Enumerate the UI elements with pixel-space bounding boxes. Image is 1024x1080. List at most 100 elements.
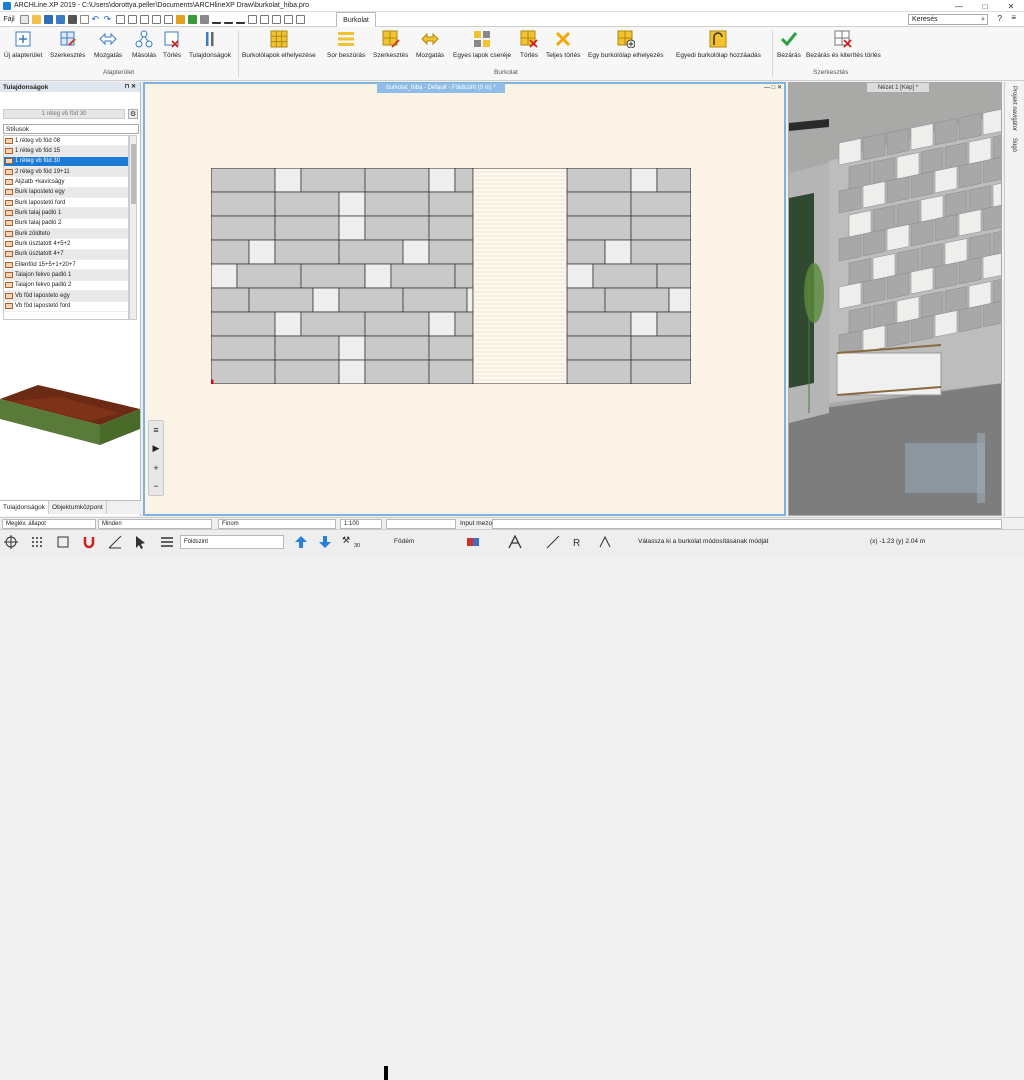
line-style-icon[interactable] bbox=[546, 535, 560, 549]
style-filter-field[interactable]: 1 réteg vb föd 30 bbox=[3, 109, 125, 119]
undo-icon[interactable]: ↶ bbox=[92, 14, 101, 24]
floor-down-icon[interactable] bbox=[318, 535, 332, 549]
minimize-icon[interactable]: — bbox=[946, 0, 972, 12]
scroll-thumb[interactable] bbox=[131, 144, 136, 204]
tab-projekt-navigator[interactable]: Projekt navigátor bbox=[1011, 86, 1017, 131]
close-delete-button[interactable]: Bezárás és kiterítés törlés bbox=[806, 30, 881, 59]
style-list-item[interactable]: Burk üsztatott 4+5+2 bbox=[4, 239, 128, 250]
tab-tulajdonsagok[interactable]: Tulajdonságok bbox=[0, 501, 50, 514]
scale-dropdown[interactable]: 1:100 bbox=[340, 519, 382, 529]
menu-icon[interactable]: ≡ bbox=[153, 425, 158, 435]
style-list-item[interactable]: Talajon fekvo padló 1 bbox=[4, 270, 128, 281]
magnet-icon[interactable] bbox=[82, 535, 96, 549]
layout-icon[interactable] bbox=[151, 14, 161, 24]
grid-icon[interactable] bbox=[115, 14, 125, 24]
table-icon[interactable] bbox=[283, 14, 293, 24]
style-list-item[interactable]: Burk talaj padló 2 bbox=[4, 218, 128, 230]
style-list-scrollbar[interactable] bbox=[129, 135, 137, 320]
new-area-button[interactable]: Új alapterület bbox=[4, 30, 42, 59]
close-button[interactable]: Bezárás bbox=[777, 30, 801, 59]
text-size-icon[interactable] bbox=[259, 14, 269, 24]
styles-dropdown[interactable]: Stílusok bbox=[3, 124, 139, 134]
layer-dropdown[interactable]: Minden bbox=[98, 519, 212, 529]
pipette-icon[interactable] bbox=[187, 14, 197, 24]
tile-pattern-plan[interactable] bbox=[211, 168, 691, 384]
frame-icon[interactable] bbox=[127, 14, 137, 24]
window-icon[interactable] bbox=[139, 14, 149, 24]
grid-dots-icon[interactable] bbox=[30, 535, 44, 549]
insert-row-button[interactable]: Sor beszúrás bbox=[327, 30, 365, 59]
rotate-icon[interactable]: R bbox=[570, 535, 584, 549]
style-list-item[interactable]: Aljzatb +kavicságy bbox=[4, 177, 128, 188]
pen-dropdown[interactable]: Finom bbox=[218, 519, 336, 529]
brush-icon[interactable] bbox=[175, 14, 185, 24]
edit-area-button[interactable]: Szerkesztés bbox=[50, 30, 85, 59]
maximize-icon[interactable]: □ bbox=[972, 0, 998, 12]
tab-burkolat[interactable]: Burkolat bbox=[336, 12, 376, 27]
save-icon[interactable] bbox=[43, 14, 53, 24]
style-list-item[interactable]: Vb föd lapostetö ford bbox=[4, 301, 128, 312]
list-icon[interactable] bbox=[160, 535, 174, 549]
text-tool-icon[interactable] bbox=[508, 535, 522, 549]
pin-icon[interactable]: ⊓ ✕ bbox=[125, 83, 136, 90]
custom-tile-button[interactable]: Egyedi burkolólap hozzáadás bbox=[676, 30, 761, 59]
style-list-item[interactable]: 2 réteg vb föd 19+11 bbox=[4, 167, 128, 178]
angle-icon[interactable] bbox=[108, 535, 122, 549]
zoom-out-icon[interactable]: − bbox=[153, 481, 158, 491]
search-box[interactable]: Keresés ⌕ bbox=[908, 14, 988, 25]
hatch-icon[interactable] bbox=[247, 14, 257, 24]
style-list-item[interactable]: 1 réteg vb föd 08 bbox=[4, 136, 128, 147]
node-edit-icon[interactable] bbox=[598, 535, 612, 549]
frame-select-icon[interactable] bbox=[56, 535, 70, 549]
tab-sugo[interactable]: Súgó bbox=[1011, 138, 1017, 152]
drawing-view[interactable]: burkolat_hiba - Default - Földszint (0 m… bbox=[143, 82, 786, 516]
state-dropdown[interactable]: Meglév. állapot bbox=[2, 519, 96, 529]
delete-tiles-button[interactable]: Törlés bbox=[520, 30, 538, 59]
redo-icon[interactable]: ↷ bbox=[104, 14, 113, 24]
style-list-item[interactable]: Burk lapostetö ford bbox=[4, 198, 128, 209]
hammer-icon[interactable]: ⚒ bbox=[342, 535, 350, 546]
open-folder-icon[interactable] bbox=[31, 14, 41, 24]
settings-icon[interactable] bbox=[295, 14, 305, 24]
pen-icon[interactable] bbox=[199, 14, 209, 24]
place-one-tile-button[interactable]: Egy burkolólap elhelyezés bbox=[588, 30, 664, 59]
close-icon[interactable]: ✕ bbox=[998, 0, 1024, 12]
delete-area-button[interactable]: Törlés bbox=[163, 30, 181, 59]
save-as-icon[interactable] bbox=[55, 14, 65, 24]
snap-icon[interactable] bbox=[4, 535, 18, 549]
print-icon[interactable] bbox=[67, 14, 77, 24]
style-list-item[interactable]: Burk zöldteto bbox=[4, 229, 128, 240]
play-icon[interactable]: ▶ bbox=[153, 443, 160, 454]
style-list-item[interactable]: 1 réteg vb föd 30 bbox=[4, 156, 128, 168]
properties-button[interactable]: Tulajdonságok bbox=[189, 30, 231, 59]
edit-tiles-button[interactable]: Szerkesztés bbox=[373, 30, 408, 59]
move-area-button[interactable]: Mozgatás bbox=[94, 30, 122, 59]
more-icon[interactable]: ≡ bbox=[1011, 13, 1016, 22]
style-list-item[interactable]: Vb föd laposteto egy bbox=[4, 291, 128, 302]
file-menu[interactable]: Fájl bbox=[0, 16, 18, 23]
dimension-icon[interactable] bbox=[223, 15, 233, 24]
input-field[interactable] bbox=[492, 519, 1002, 529]
pen-color-swatch[interactable] bbox=[384, 1066, 388, 1080]
value-field[interactable] bbox=[386, 519, 456, 529]
break-line-icon[interactable] bbox=[235, 15, 245, 24]
preview-icon[interactable] bbox=[79, 14, 89, 24]
material-icon[interactable] bbox=[466, 535, 480, 549]
view-window-controls[interactable]: — □ ✕ bbox=[764, 84, 782, 91]
style-list-item[interactable]: 1 réteg vb föd 15 bbox=[4, 146, 128, 157]
move-tiles-button[interactable]: Mozgatás bbox=[416, 30, 444, 59]
style-list-item[interactable]: Talajon fekvo padló 2 bbox=[4, 280, 128, 292]
replace-tiles-button[interactable]: Egyes lapok cseréje bbox=[453, 30, 511, 59]
clear-all-button[interactable]: Teljes törlés bbox=[546, 30, 580, 59]
search-icon[interactable]: ⌕ bbox=[981, 16, 985, 24]
arrow-icon[interactable] bbox=[271, 14, 281, 24]
gear-icon[interactable]: ⚙ bbox=[128, 109, 138, 119]
help-icon[interactable]: ? bbox=[998, 14, 1002, 23]
search-input[interactable]: Keresés bbox=[912, 16, 938, 23]
zoom-icon[interactable] bbox=[163, 14, 173, 24]
new-file-icon[interactable] bbox=[19, 14, 29, 24]
style-list-item[interactable]: Burk talaj padló 1 bbox=[4, 208, 128, 219]
cursor-select-icon[interactable] bbox=[134, 535, 148, 549]
zoom-in-icon[interactable]: + bbox=[153, 463, 158, 473]
floor-dropdown[interactable]: Földszint bbox=[180, 535, 284, 549]
